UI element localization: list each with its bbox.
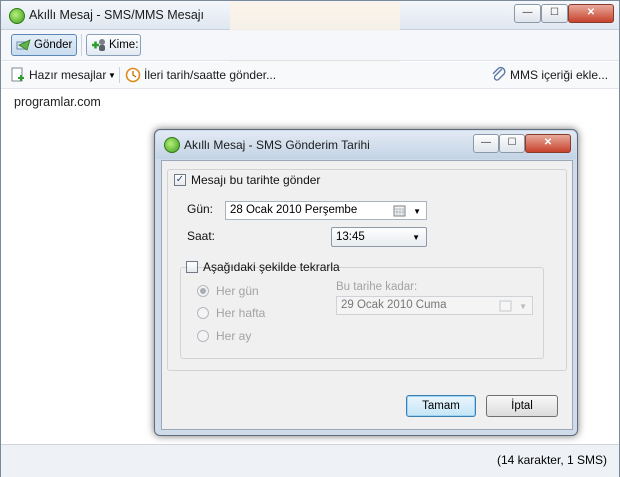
repeat-checkbox[interactable] bbox=[186, 261, 198, 273]
mms-content-link[interactable]: MMS içeriği ekle... bbox=[510, 68, 608, 82]
main-toolbar: Gönder Kime: bbox=[1, 30, 619, 61]
character-counter: (14 karakter, 1 SMS) bbox=[496, 453, 607, 467]
dialog-close-button[interactable]: ✕ bbox=[525, 134, 571, 153]
send-button[interactable]: Gönder bbox=[11, 34, 77, 56]
repeat-monthly-label: Her ay bbox=[216, 329, 252, 343]
repeat-daily-radio[interactable] bbox=[197, 285, 209, 297]
time-label: Saat: bbox=[187, 229, 216, 243]
repeat-daily-label: Her gün bbox=[216, 284, 259, 298]
send-icon bbox=[16, 39, 31, 51]
time-select[interactable]: 13:45 ▼ bbox=[331, 227, 427, 247]
until-calendar-icon bbox=[499, 300, 512, 312]
repeat-weekly-label: Her hafta bbox=[216, 306, 266, 320]
ok-button[interactable]: Tamam bbox=[406, 395, 476, 417]
repeat-monthly-radio[interactable] bbox=[197, 330, 209, 342]
action-divider bbox=[119, 67, 120, 83]
calendar-icon bbox=[393, 205, 406, 217]
to-label: Kime: bbox=[109, 39, 139, 51]
repeat-legend: Aşağıdaki şekilde tekrarla bbox=[186, 260, 340, 276]
until-date-picker[interactable]: 29 Ocak 2010 Cuma ▼ bbox=[336, 296, 533, 315]
dialog-body: ✓ Mesajı bu tarihte gönder Gün: 28 Ocak … bbox=[161, 160, 573, 430]
send-on-date-checkbox[interactable]: ✓ bbox=[174, 174, 186, 186]
dialog-app-icon bbox=[164, 137, 180, 153]
repeat-weekly-radio[interactable] bbox=[197, 307, 209, 319]
status-bar: (14 karakter, 1 SMS) bbox=[1, 444, 619, 477]
message-text[interactable]: programlar.com bbox=[14, 95, 101, 109]
clock-icon bbox=[125, 67, 141, 83]
send-date-legend: ✓ Mesajı bu tarihte gönder bbox=[174, 173, 320, 189]
dialog-minimize-button[interactable]: — bbox=[473, 134, 499, 153]
close-button[interactable]: ✕ bbox=[568, 4, 614, 23]
schedule-link[interactable]: İleri tarih/saatte gönder... bbox=[144, 68, 276, 82]
date-picker[interactable]: 28 Ocak 2010 Perşembe ▼ bbox=[225, 201, 427, 220]
window-title: Akıllı Mesaj - SMS/MMS Mesajı bbox=[29, 8, 205, 22]
schedule-dialog: Akıllı Mesaj - SMS Gönderim Tarihi — ☐ ✕… bbox=[154, 129, 578, 436]
maximize-button[interactable]: ☐ bbox=[541, 4, 568, 23]
date-chevron-down-icon: ▼ bbox=[413, 207, 421, 216]
toolbar-divider bbox=[81, 34, 82, 56]
day-label: Gün: bbox=[187, 202, 214, 216]
document-add-icon bbox=[11, 67, 24, 82]
send-on-date-label: Mesajı bu tarihte gönder bbox=[191, 173, 321, 187]
ready-messages-menu[interactable]: Hazır mesajlar bbox=[29, 68, 106, 82]
minimize-button[interactable]: — bbox=[514, 4, 541, 23]
action-bar: Hazır mesajlar ▼ İleri tarih/saatte gönd… bbox=[1, 62, 619, 89]
chevron-down-icon: ▼ bbox=[108, 71, 116, 80]
cancel-button[interactable]: İptal bbox=[486, 395, 558, 417]
dialog-maximize-button[interactable]: ☐ bbox=[499, 134, 525, 153]
send-label: Gönder bbox=[34, 39, 73, 51]
to-button[interactable]: Kime: bbox=[86, 34, 141, 56]
add-contact-icon bbox=[92, 39, 105, 51]
repeat-label: Aşağıdaki şekilde tekrarla bbox=[203, 260, 340, 274]
until-date-value: 29 Ocak 2010 Cuma bbox=[341, 299, 447, 311]
date-value: 28 Ocak 2010 Perşembe bbox=[230, 204, 358, 216]
time-value: 13:45 bbox=[336, 231, 365, 243]
time-chevron-down-icon: ▼ bbox=[412, 233, 420, 242]
until-date-label: Bu tarihe kadar: bbox=[336, 281, 418, 293]
app-icon bbox=[9, 8, 25, 24]
dialog-title-bar: Akıllı Mesaj - SMS Gönderim Tarihi — ☐ ✕ bbox=[156, 131, 576, 159]
paperclip-icon bbox=[492, 66, 506, 81]
dialog-title: Akıllı Mesaj - SMS Gönderim Tarihi bbox=[184, 138, 370, 152]
until-chevron-down-icon: ▼ bbox=[519, 302, 527, 311]
